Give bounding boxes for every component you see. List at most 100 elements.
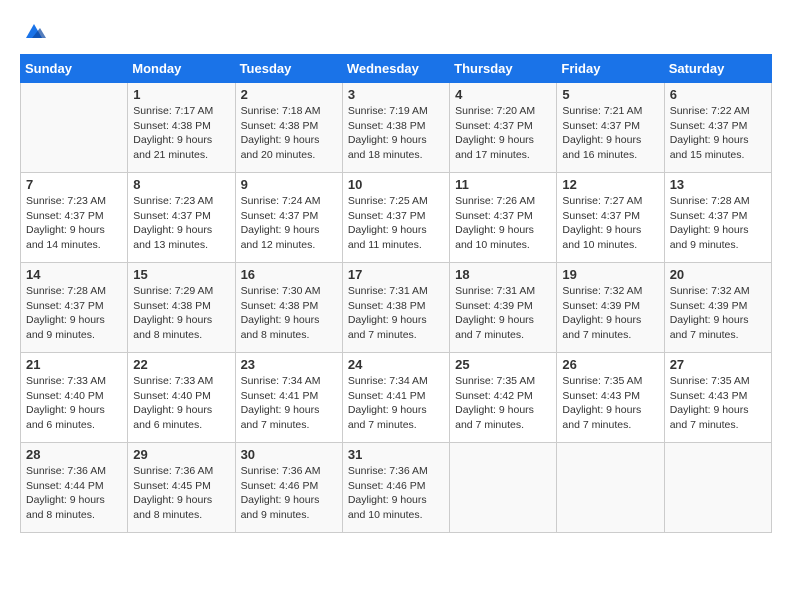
header-sunday: Sunday: [21, 55, 128, 83]
day-info: Sunrise: 7:30 AMSunset: 4:38 PMDaylight:…: [241, 284, 337, 343]
day-number: 28: [26, 447, 122, 462]
calendar-cell: 7 Sunrise: 7:23 AMSunset: 4:37 PMDaylight…: [21, 173, 128, 263]
day-number: 17: [348, 267, 444, 282]
day-number: 11: [455, 177, 551, 192]
day-number: 2: [241, 87, 337, 102]
calendar-cell: 18 Sunrise: 7:31 AMSunset: 4:39 PMDayligh…: [450, 263, 557, 353]
day-info: Sunrise: 7:35 AMSunset: 4:43 PMDaylight:…: [670, 374, 766, 433]
day-info: Sunrise: 7:25 AMSunset: 4:37 PMDaylight:…: [348, 194, 444, 253]
day-number: 30: [241, 447, 337, 462]
day-number: 26: [562, 357, 658, 372]
day-number: 25: [455, 357, 551, 372]
calendar-cell: 27Sunrise: 7:35 AMSunset: 4:43 PMDayligh…: [664, 353, 771, 443]
calendar-cell: 24 Sunrise: 7:34 AMSunset: 4:41 PMDayligh…: [342, 353, 449, 443]
day-info: Sunrise: 7:32 AMSunset: 4:39 PMDaylight:…: [670, 284, 766, 343]
day-info: Sunrise: 7:35 AMSunset: 4:42 PMDaylight:…: [455, 374, 551, 433]
day-number: 13: [670, 177, 766, 192]
calendar-cell: 12Sunrise: 7:27 AMSunset: 4:37 PMDayligh…: [557, 173, 664, 263]
calendar-cell: [450, 443, 557, 533]
calendar-week-row: 7 Sunrise: 7:23 AMSunset: 4:37 PMDaylight…: [21, 173, 772, 263]
day-number: 24: [348, 357, 444, 372]
day-info: Sunrise: 7:36 AMSunset: 4:44 PMDaylight:…: [26, 464, 122, 523]
calendar-cell: 10 Sunrise: 7:25 AMSunset: 4:37 PMDayligh…: [342, 173, 449, 263]
calendar-week-row: 21 Sunrise: 7:33 AMSunset: 4:40 PMDayligh…: [21, 353, 772, 443]
calendar-week-row: 28 Sunrise: 7:36 AMSunset: 4:44 PMDayligh…: [21, 443, 772, 533]
header-monday: Monday: [128, 55, 235, 83]
day-info: Sunrise: 7:31 AMSunset: 4:38 PMDaylight:…: [348, 284, 444, 343]
calendar-cell: 9 Sunrise: 7:24 AMSunset: 4:37 PMDaylight…: [235, 173, 342, 263]
header-friday: Friday: [557, 55, 664, 83]
day-info: Sunrise: 7:36 AMSunset: 4:46 PMDaylight:…: [241, 464, 337, 523]
day-number: 3: [348, 87, 444, 102]
day-number: 7: [26, 177, 122, 192]
calendar-cell: 6 Sunrise: 7:22 AMSunset: 4:37 PMDaylight…: [664, 83, 771, 173]
calendar-cell: 3 Sunrise: 7:19 AMSunset: 4:38 PMDaylight…: [342, 83, 449, 173]
calendar-cell: 8 Sunrise: 7:23 AMSunset: 4:37 PMDaylight…: [128, 173, 235, 263]
calendar-cell: 22 Sunrise: 7:33 AMSunset: 4:40 PMDayligh…: [128, 353, 235, 443]
calendar-week-row: 14 Sunrise: 7:28 AMSunset: 4:37 PMDayligh…: [21, 263, 772, 353]
calendar-cell: 1Sunrise: 7:17 AMSunset: 4:38 PMDaylight…: [128, 83, 235, 173]
day-number: 14: [26, 267, 122, 282]
calendar-cell: 28 Sunrise: 7:36 AMSunset: 4:44 PMDayligh…: [21, 443, 128, 533]
day-number: 19: [562, 267, 658, 282]
day-info: Sunrise: 7:27 AMSunset: 4:37 PMDaylight:…: [562, 194, 658, 253]
calendar-cell: 20Sunrise: 7:32 AMSunset: 4:39 PMDayligh…: [664, 263, 771, 353]
day-number: 15: [133, 267, 229, 282]
calendar-cell: 17 Sunrise: 7:31 AMSunset: 4:38 PMDayligh…: [342, 263, 449, 353]
calendar-cell: 19 Sunrise: 7:32 AMSunset: 4:39 PMDayligh…: [557, 263, 664, 353]
calendar-cell: 16 Sunrise: 7:30 AMSunset: 4:38 PMDayligh…: [235, 263, 342, 353]
day-number: 10: [348, 177, 444, 192]
day-number: 21: [26, 357, 122, 372]
day-info: Sunrise: 7:21 AMSunset: 4:37 PMDaylight:…: [562, 104, 658, 163]
day-info: Sunrise: 7:34 AMSunset: 4:41 PMDaylight:…: [348, 374, 444, 433]
day-number: 1: [133, 87, 229, 102]
calendar-cell: 25 Sunrise: 7:35 AMSunset: 4:42 PMDayligh…: [450, 353, 557, 443]
day-info: Sunrise: 7:29 AMSunset: 4:38 PMDaylight:…: [133, 284, 229, 343]
day-info: Sunrise: 7:32 AMSunset: 4:39 PMDaylight:…: [562, 284, 658, 343]
calendar-cell: [664, 443, 771, 533]
calendar-cell: 15 Sunrise: 7:29 AMSunset: 4:38 PMDayligh…: [128, 263, 235, 353]
header-tuesday: Tuesday: [235, 55, 342, 83]
logo: [20, 20, 46, 44]
calendar-cell: 2Sunrise: 7:18 AMSunset: 4:38 PMDaylight…: [235, 83, 342, 173]
day-info: Sunrise: 7:23 AMSunset: 4:37 PMDaylight:…: [26, 194, 122, 253]
calendar-header-row: SundayMondayTuesdayWednesdayThursdayFrid…: [21, 55, 772, 83]
day-number: 31: [348, 447, 444, 462]
day-info: Sunrise: 7:23 AMSunset: 4:37 PMDaylight:…: [133, 194, 229, 253]
calendar-cell: 21Sunrise: 7:33 AMSunset: 4:40 PMDayligh…: [21, 353, 128, 443]
day-info: Sunrise: 7:33 AMSunset: 4:40 PMDaylight:…: [133, 374, 229, 433]
day-number: 22: [133, 357, 229, 372]
calendar-cell: 13 Sunrise: 7:28 AMSunset: 4:37 PMDayligh…: [664, 173, 771, 263]
logo-icon: [22, 20, 46, 44]
calendar-cell: 14 Sunrise: 7:28 AMSunset: 4:37 PMDayligh…: [21, 263, 128, 353]
day-number: 8: [133, 177, 229, 192]
day-number: 6: [670, 87, 766, 102]
calendar-cell: 29Sunrise: 7:36 AMSunset: 4:45 PMDayligh…: [128, 443, 235, 533]
day-info: Sunrise: 7:28 AMSunset: 4:37 PMDaylight:…: [670, 194, 766, 253]
day-info: Sunrise: 7:19 AMSunset: 4:38 PMDaylight:…: [348, 104, 444, 163]
day-number: 4: [455, 87, 551, 102]
calendar-cell: 26Sunrise: 7:35 AMSunset: 4:43 PMDayligh…: [557, 353, 664, 443]
day-number: 9: [241, 177, 337, 192]
calendar-cell: 4 Sunrise: 7:20 AMSunset: 4:37 PMDaylight…: [450, 83, 557, 173]
day-info: Sunrise: 7:36 AMSunset: 4:46 PMDaylight:…: [348, 464, 444, 523]
header-thursday: Thursday: [450, 55, 557, 83]
day-number: 29: [133, 447, 229, 462]
day-info: Sunrise: 7:26 AMSunset: 4:37 PMDaylight:…: [455, 194, 551, 253]
calendar-cell: [557, 443, 664, 533]
calendar-cell: [21, 83, 128, 173]
calendar-cell: 5 Sunrise: 7:21 AMSunset: 4:37 PMDaylight…: [557, 83, 664, 173]
header-saturday: Saturday: [664, 55, 771, 83]
day-info: Sunrise: 7:24 AMSunset: 4:37 PMDaylight:…: [241, 194, 337, 253]
day-number: 23: [241, 357, 337, 372]
calendar-table: SundayMondayTuesdayWednesdayThursdayFrid…: [20, 54, 772, 533]
day-number: 18: [455, 267, 551, 282]
day-number: 16: [241, 267, 337, 282]
day-info: Sunrise: 7:31 AMSunset: 4:39 PMDaylight:…: [455, 284, 551, 343]
calendar-cell: 23Sunrise: 7:34 AMSunset: 4:41 PMDayligh…: [235, 353, 342, 443]
day-number: 5: [562, 87, 658, 102]
day-info: Sunrise: 7:22 AMSunset: 4:37 PMDaylight:…: [670, 104, 766, 163]
day-info: Sunrise: 7:28 AMSunset: 4:37 PMDaylight:…: [26, 284, 122, 343]
calendar-cell: 30 Sunrise: 7:36 AMSunset: 4:46 PMDayligh…: [235, 443, 342, 533]
day-info: Sunrise: 7:20 AMSunset: 4:37 PMDaylight:…: [455, 104, 551, 163]
